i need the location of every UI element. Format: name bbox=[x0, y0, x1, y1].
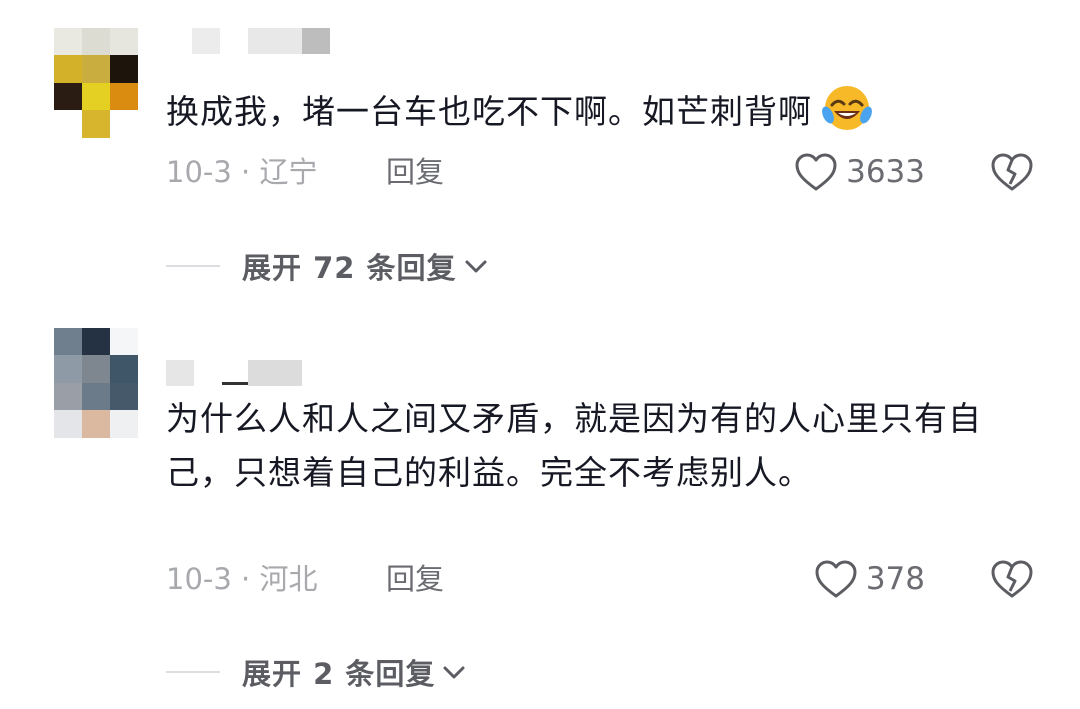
rofl-emoji-icon bbox=[822, 86, 872, 130]
like-button[interactable]: 3633 bbox=[794, 152, 925, 192]
comment-text: 为什么人和人之间又矛盾，就是因为有的人心里只有自己，只想着自己的利益。完全不考虑… bbox=[166, 399, 982, 492]
reply-button[interactable]: 回复 bbox=[386, 152, 444, 192]
comment-item: 为什么人和人之间又矛盾，就是因为有的人心里只有自己，只想着自己的利益。完全不考虑… bbox=[0, 300, 1080, 709]
dislike-broken-heart-icon[interactable] bbox=[990, 559, 1034, 599]
expand-replies[interactable]: 展开 2 条回复 bbox=[166, 652, 467, 692]
username[interactable] bbox=[166, 360, 306, 386]
comment-list: 换成我，堵一台车也吃不下啊。如芒刺背啊 10-3 · 辽宁 回复 3633 展开… bbox=[0, 0, 1080, 709]
comment-item: 换成我，堵一台车也吃不下啊。如芒刺背啊 10-3 · 辽宁 回复 3633 展开… bbox=[0, 0, 1080, 300]
divider-line bbox=[166, 265, 220, 267]
avatar[interactable] bbox=[54, 328, 138, 438]
heart-icon bbox=[815, 560, 857, 598]
comment-text: 换成我，堵一台车也吃不下啊。如芒刺背啊 bbox=[166, 83, 1046, 139]
reply-button[interactable]: 回复 bbox=[386, 559, 444, 599]
like-button[interactable]: 378 bbox=[814, 559, 925, 599]
like-count: 378 bbox=[865, 561, 925, 597]
dislike-broken-heart-icon[interactable] bbox=[990, 152, 1034, 192]
chevron-down-icon bbox=[443, 666, 465, 679]
expand-replies[interactable]: 展开 72 条回复 bbox=[166, 246, 489, 286]
expand-replies-label: 展开 2 条回复 bbox=[242, 657, 436, 691]
divider-line bbox=[166, 671, 220, 673]
like-count: 3633 bbox=[846, 154, 925, 190]
avatar[interactable] bbox=[54, 28, 138, 138]
comment-date-location: 10-3 · 辽宁 bbox=[166, 155, 318, 189]
username[interactable] bbox=[192, 28, 332, 54]
expand-replies-label: 展开 72 条回复 bbox=[242, 251, 457, 285]
heart-icon bbox=[795, 153, 837, 191]
comment-date-location: 10-3 · 河北 bbox=[166, 562, 318, 596]
chevron-down-icon bbox=[465, 260, 487, 273]
